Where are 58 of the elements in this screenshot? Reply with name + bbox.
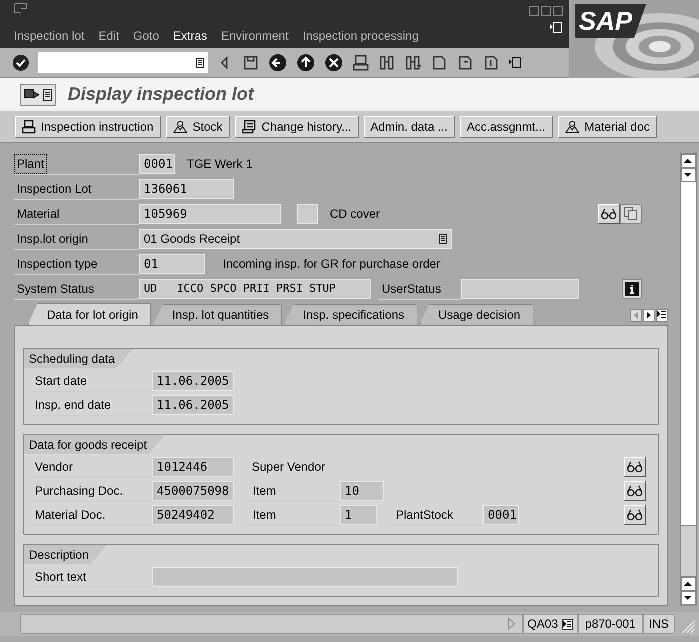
field-text: Incoming insp. for GR for purchase order <box>223 256 440 273</box>
tab[interactable]: Data for lot origin <box>28 303 152 325</box>
field-text: CD cover <box>330 206 380 223</box>
field-label: Plant <box>14 154 48 174</box>
toolbar-button[interactable]: Admin. data ... <box>364 116 455 138</box>
tab[interactable]: Usage decision <box>420 304 534 325</box>
field-label: Insp. end date <box>34 396 112 414</box>
sap-logo: SAP <box>575 4 646 38</box>
dropdown-field[interactable]: 01 Goods Receipt <box>139 229 452 249</box>
input-field[interactable]: 1 <box>340 505 377 525</box>
transaction-code: QA03 <box>528 616 558 633</box>
input-field[interactable]: 0001 <box>139 154 175 174</box>
group-title: Scheduling data <box>24 349 134 368</box>
group-title: Description <box>24 545 108 564</box>
field-label: Short text <box>34 568 88 586</box>
field-label: UserStatus <box>381 280 442 298</box>
field-label: Material <box>16 206 61 222</box>
input-field[interactable]: 10 <box>340 481 384 501</box>
tab[interactable]: Insp. lot quantities <box>153 304 282 325</box>
field-text: Super Vendor <box>252 459 326 476</box>
menu-item[interactable]: Edit <box>98 27 120 45</box>
tab[interactable]: Insp. specifications <box>284 304 418 325</box>
field-label: Purchasing Doc. <box>34 482 124 500</box>
field-label: Start date <box>34 372 88 390</box>
field-label: System Status <box>16 280 96 298</box>
menu-item[interactable]: Goto <box>133 27 160 45</box>
input-field[interactable]: 1012446 <box>152 457 234 477</box>
system-info: p870-001 <box>578 614 643 634</box>
toolbar-button[interactable]: Acc.assgnmt... <box>460 116 553 138</box>
toolbar-button[interactable]: Change history... <box>234 116 359 138</box>
toolbar-button[interactable]: Inspection instruction <box>15 116 161 138</box>
group-title: Data for goods receipt <box>24 435 166 454</box>
field-label: Vendor <box>34 458 74 476</box>
field-label: PlantStock <box>395 506 454 524</box>
menu-item[interactable]: Inspection processing <box>302 27 419 45</box>
field-label: Item <box>252 482 278 500</box>
input-field[interactable]: 11.06.2005 <box>152 395 234 415</box>
field-label: Insp.lot origin <box>16 230 90 248</box>
field-label: Inspection Lot <box>16 180 93 198</box>
field-text: TGE Werk 1 <box>187 156 253 173</box>
field-label: Item <box>252 506 278 524</box>
input-mode: INS <box>642 614 675 634</box>
input-field[interactable]: 11.06.2005 <box>152 371 234 391</box>
input-field[interactable]: 4500075098 <box>152 481 234 501</box>
field-label: Material Doc. <box>34 506 107 524</box>
input-field[interactable]: 50249402 <box>152 505 234 525</box>
input-field[interactable]: 01 <box>139 254 205 274</box>
menu-item[interactable]: Environment <box>221 27 289 45</box>
input-field[interactable]: 105969 <box>139 204 281 224</box>
toolbar-button[interactable]: Stock <box>166 116 230 138</box>
menu-item[interactable]: Inspection lot <box>14 27 85 45</box>
field-label: Inspection type <box>16 256 99 272</box>
input-field[interactable]: UD ICCO SPCO PRII PRSI STUP <box>139 279 371 299</box>
menu-item[interactable]: Extras <box>173 27 208 45</box>
input-field[interactable]: 136061 <box>139 179 234 199</box>
input-field[interactable]: 0001 <box>483 505 519 525</box>
toolbar-button[interactable]: Material doc <box>558 116 658 138</box>
window-title: Display inspection lot <box>68 83 254 106</box>
